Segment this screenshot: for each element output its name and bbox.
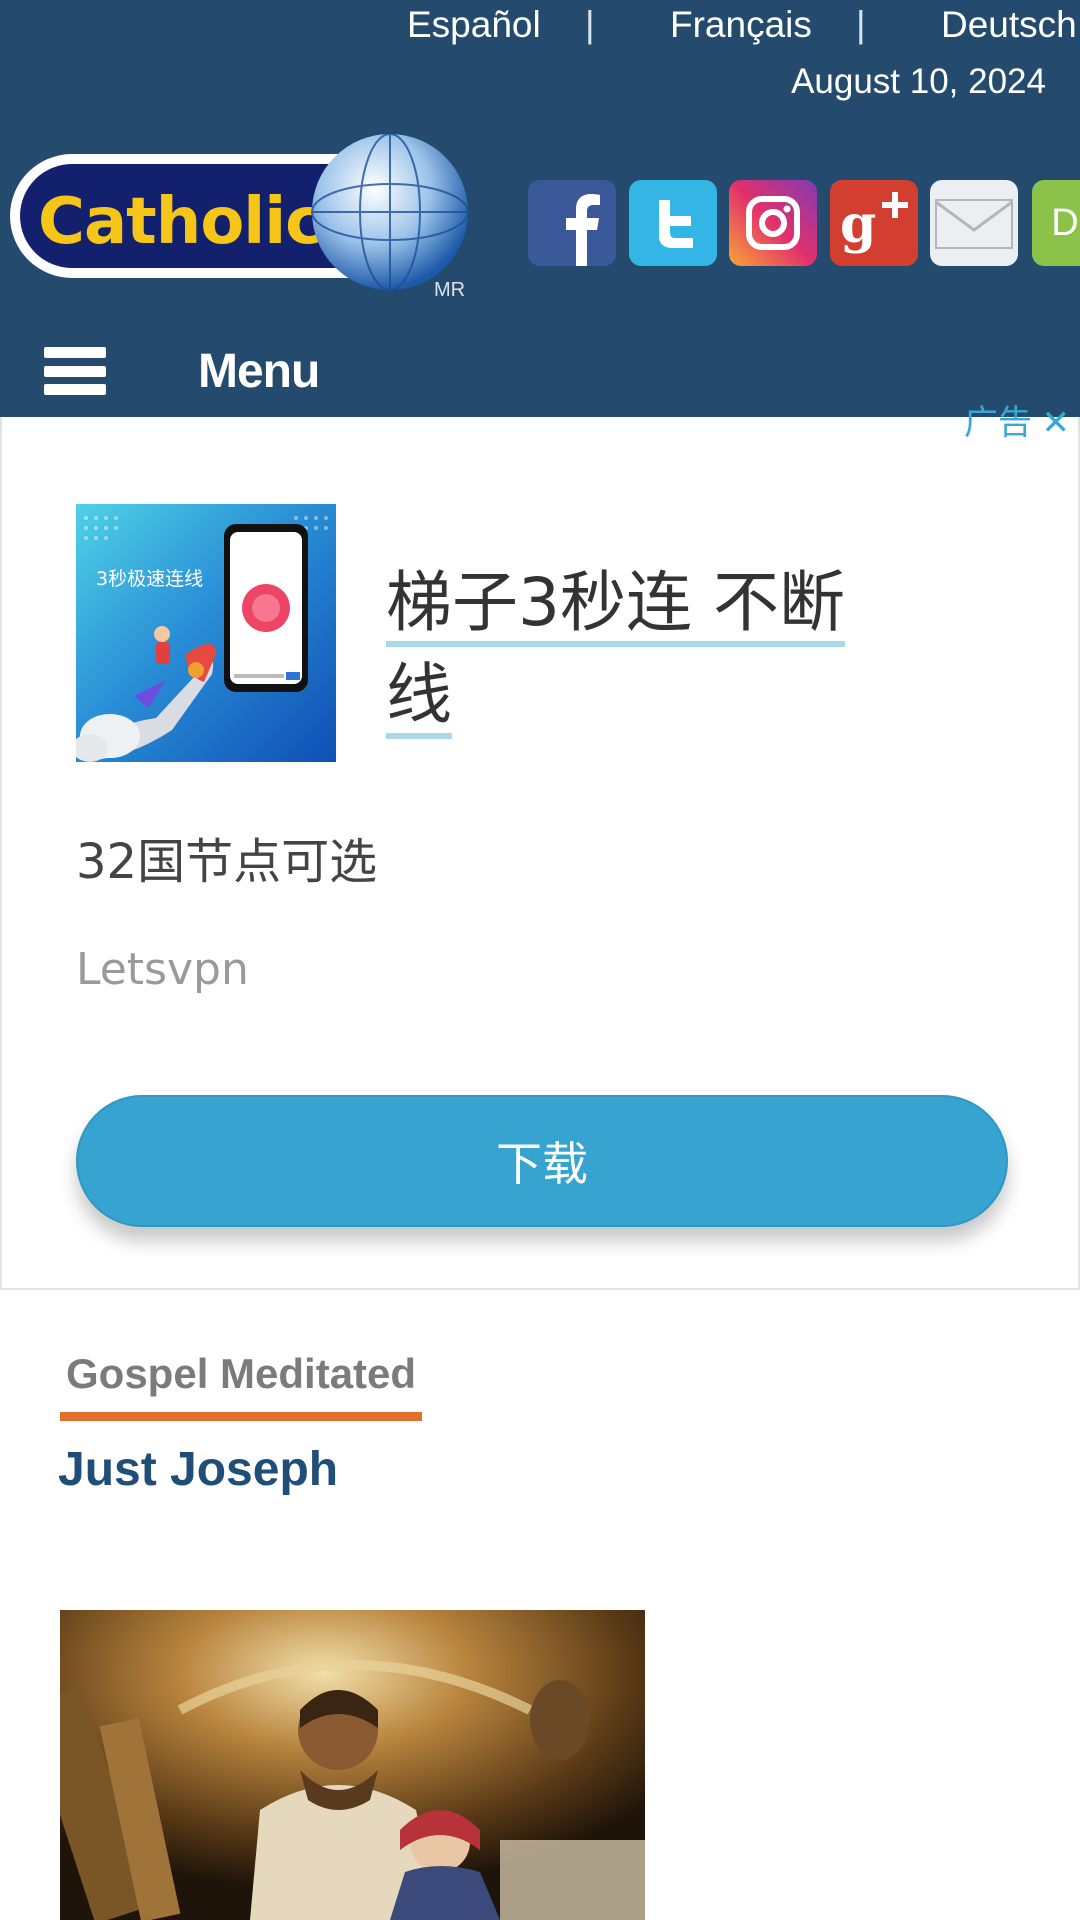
google-plus-link[interactable]: g — [830, 180, 918, 266]
ad-headline: 梯子3秒连 不断线 — [386, 564, 845, 739]
ad-image[interactable]: 3秒极速连线 — [76, 504, 336, 762]
article-title[interactable]: Just Joseph — [58, 1442, 338, 1497]
advertisement[interactable]: 广告 ✕ 3秒极速连线 梯子3秒连 不断线 32国节点可选 Letsvpn 下载 — [0, 404, 1080, 1290]
extra-social-link[interactable]: D — [1032, 180, 1080, 266]
google-plus-icon: g — [840, 192, 908, 255]
section-label[interactable]: Gospel Meditated — [60, 1350, 423, 1421]
download-button[interactable]: 下载 — [76, 1095, 1008, 1227]
close-icon[interactable]: ✕ — [1042, 404, 1071, 442]
twitter-icon — [659, 200, 693, 248]
language-separator: | — [856, 4, 866, 45]
mail-icon — [935, 199, 1013, 249]
catholic-net-logo-icon: Catholic.net MR — [10, 133, 469, 301]
ad-label: 广告 — [964, 404, 1033, 442]
language-link-espanol[interactable]: Español — [407, 4, 541, 46]
facebook-link[interactable] — [528, 180, 616, 266]
language-bar: Español | Français | Deutsch — [0, 2, 1080, 52]
joseph-painting-image — [60, 1610, 645, 1920]
d-icon: D — [1051, 201, 1079, 244]
site-logo[interactable]: Catholic.net MR — [6, 132, 478, 302]
svg-text:g: g — [840, 194, 876, 255]
ad-description: 32国节点可选 — [76, 834, 378, 890]
menu-label: Menu — [198, 344, 320, 398]
language-link-deutsch[interactable]: Deutsch — [941, 4, 1077, 46]
menu-toggle[interactable]: Menu — [44, 336, 320, 406]
email-link[interactable] — [930, 180, 1018, 266]
instagram-icon — [746, 196, 800, 250]
article-image[interactable] — [60, 1610, 645, 1920]
ad-headline-link[interactable]: 梯子3秒连 不断线 — [386, 557, 906, 741]
facebook-icon — [566, 194, 600, 266]
ad-advertiser: Letsvpn — [76, 944, 249, 995]
rocket-phone-illustration — [76, 516, 328, 762]
current-date: August 10, 2024 — [791, 62, 1046, 101]
hamburger-icon — [44, 343, 106, 399]
site-header: Español | Français | Deutsch August 10, … — [0, 0, 1080, 417]
twitter-link[interactable] — [629, 180, 717, 266]
trademark-mark: MR — [434, 279, 465, 301]
ad-image-caption: 3秒极速连线 — [96, 568, 204, 590]
instagram-link[interactable] — [729, 180, 817, 266]
language-link-francais[interactable]: Français — [670, 4, 812, 46]
ad-choices[interactable]: 广告 ✕ — [964, 395, 1070, 444]
language-separator: | — [585, 4, 595, 45]
